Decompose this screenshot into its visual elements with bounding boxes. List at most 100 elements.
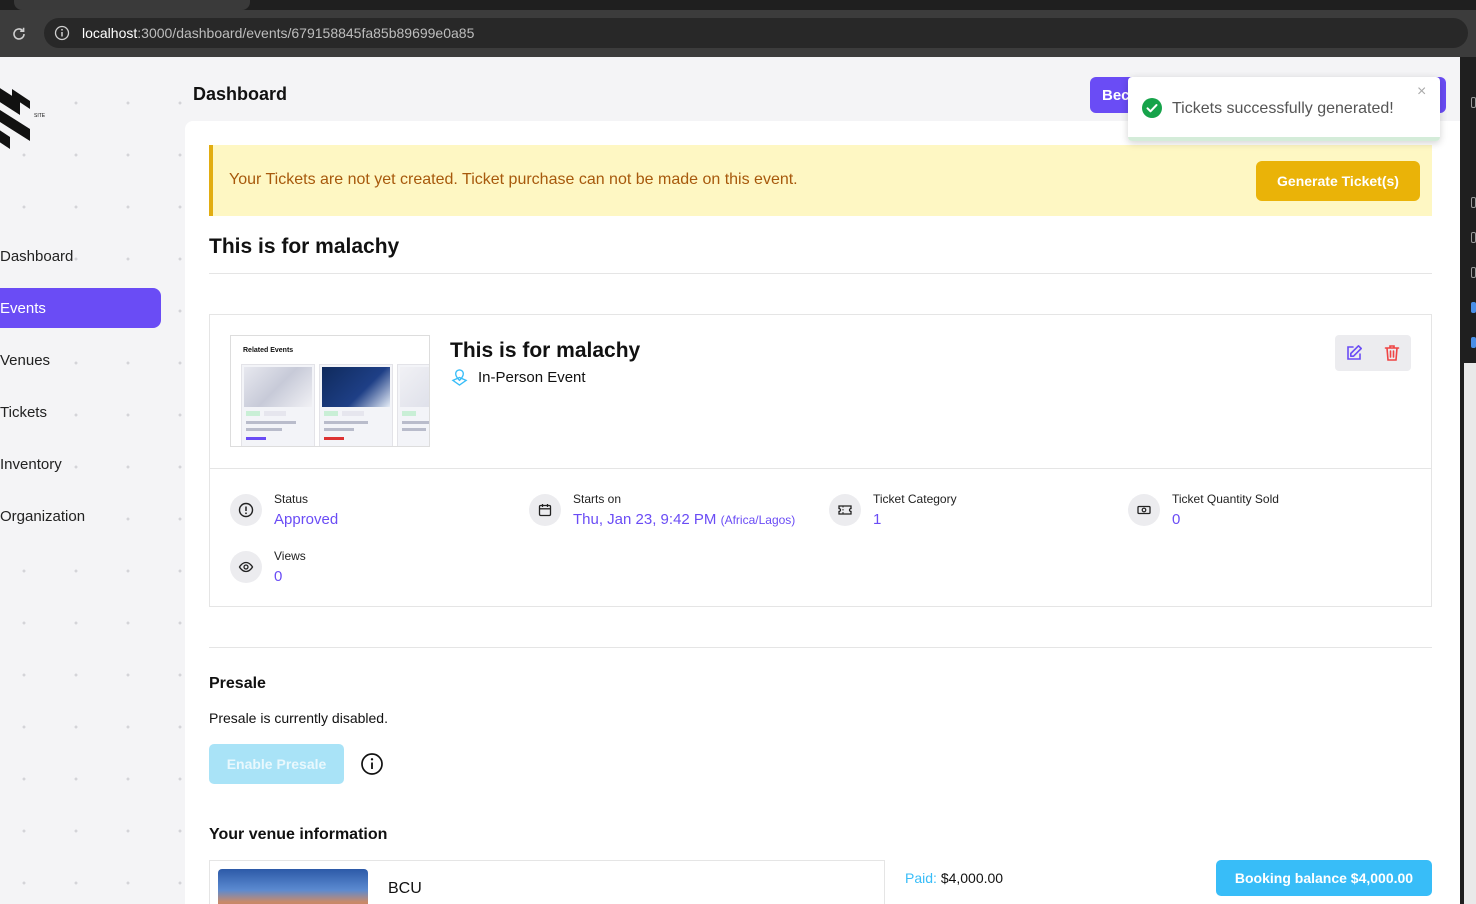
stat-icon-wrap xyxy=(1128,494,1160,526)
browser-toolbar: localhost:3000/dashboard/events/67915884… xyxy=(0,10,1476,57)
address-bar[interactable]: localhost:3000/dashboard/events/67915884… xyxy=(44,18,1468,48)
stat-label: Ticket Quantity Sold xyxy=(1172,492,1279,506)
generate-tickets-button[interactable]: Generate Ticket(s) xyxy=(1256,161,1420,201)
ticket-icon xyxy=(838,505,852,515)
sidebar-item-tickets[interactable]: Tickets xyxy=(0,392,161,432)
stat-icon-wrap xyxy=(230,494,262,526)
stat-value: Approved xyxy=(274,511,339,528)
stat-value: 0 xyxy=(1172,511,1181,528)
logo-text: SITE xyxy=(34,113,46,119)
stat-value: Thu, Jan 23, 9:42 PM (Africa/Lagos) xyxy=(573,511,795,528)
check-circle-icon xyxy=(1142,98,1162,118)
presale-heading: Presale xyxy=(209,675,266,692)
alert-message: Your Tickets are not yet created. Ticket… xyxy=(229,171,798,188)
browser-tab-strip xyxy=(0,0,1476,10)
event-type-label: In-Person Event xyxy=(478,369,586,386)
success-toast: Tickets successfully generated! × xyxy=(1128,77,1440,141)
brand-logo[interactable]: SITE xyxy=(0,79,52,159)
stat-value: 1 xyxy=(873,511,882,528)
sidebar-item-venues[interactable]: Venues xyxy=(0,340,161,380)
main-content: Your Tickets are not yet created. Ticket… xyxy=(185,121,1460,904)
event-type: In-Person Event xyxy=(450,368,586,387)
devtools-checkbox xyxy=(1471,302,1476,313)
event-page-title: This is for malachy xyxy=(209,235,400,258)
divider xyxy=(209,647,1432,648)
close-icon[interactable]: × xyxy=(1417,83,1426,101)
toast-message: Tickets successfully generated! xyxy=(1172,100,1394,117)
tickets-warning-alert: Your Tickets are not yet created. Ticket… xyxy=(209,145,1432,216)
stat-value: 0 xyxy=(274,568,283,585)
map-pin-icon xyxy=(451,369,468,386)
divider xyxy=(210,468,1431,469)
browser-tab[interactable] xyxy=(14,0,250,10)
logo-mark-icon: SITE xyxy=(0,88,46,149)
enable-presale-button[interactable]: Enable Presale xyxy=(209,744,344,784)
edit-icon xyxy=(1347,345,1362,360)
booking-balance-button[interactable]: Booking balance $4,000.00 xyxy=(1216,860,1432,896)
sidebar-item-events[interactable]: Events xyxy=(0,288,161,328)
cash-icon xyxy=(1137,505,1151,515)
paid-label: Paid: xyxy=(905,870,937,886)
sidebar-item-label: Events xyxy=(0,299,46,317)
sidebar-item-dashboard[interactable]: Dashboard xyxy=(0,236,161,276)
venue-name: BCU xyxy=(388,880,422,897)
stat-label: Ticket Category xyxy=(873,492,957,506)
divider xyxy=(209,273,1432,274)
thumbnail-card xyxy=(319,364,393,446)
stat-ticket-quantity-sold: Ticket Quantity Sold 0 xyxy=(1128,492,1279,528)
event-name: This is for malachy xyxy=(450,339,641,362)
event-details-card: Related Events This is for malachy In-Pe… xyxy=(209,314,1432,607)
site-info-icon[interactable] xyxy=(54,25,70,41)
info-icon[interactable] xyxy=(360,752,384,776)
sidebar-item-label: Tickets xyxy=(0,403,47,421)
devtools-checkbox xyxy=(1471,197,1476,208)
sidebar: SITE Dashboard Events Venues Tickets Inv… xyxy=(0,57,185,904)
sidebar-item-label: Inventory xyxy=(0,455,62,473)
venue-heading: Your venue information xyxy=(209,826,388,843)
toast-progress-bar xyxy=(1128,137,1440,141)
stat-icon-wrap xyxy=(529,494,561,526)
timezone: (Africa/Lagos) xyxy=(720,513,796,527)
thumbnail-card xyxy=(241,364,315,446)
sidebar-item-inventory[interactable]: Inventory xyxy=(0,444,161,484)
devtools-checkbox xyxy=(1471,267,1476,278)
page-title: Dashboard xyxy=(193,84,288,104)
stat-starts-on: Starts on Thu, Jan 23, 9:42 PM (Africa/L… xyxy=(529,492,795,528)
paid-amount: Paid: $4,000.00 xyxy=(905,870,1003,886)
stat-views: Views 0 xyxy=(230,549,306,585)
stat-ticket-category: Ticket Category 1 xyxy=(829,492,957,528)
presale-status: Presale is currently disabled. xyxy=(209,710,388,726)
url-host: localhost xyxy=(82,25,138,41)
venue-image xyxy=(218,869,368,904)
trash-icon xyxy=(1384,345,1400,361)
stat-label: Starts on xyxy=(573,492,622,506)
stat-icon-wrap xyxy=(230,551,262,583)
thumbnail-title: Related Events xyxy=(243,347,294,354)
stat-icon-wrap xyxy=(829,494,861,526)
reload-icon[interactable] xyxy=(11,26,27,42)
sidebar-item-organization[interactable]: Organization xyxy=(0,496,161,536)
stat-label: Status xyxy=(274,492,309,506)
venue-card[interactable]: BCU xyxy=(209,860,885,904)
alert-circle-icon xyxy=(238,502,254,518)
start-datetime: Thu, Jan 23, 9:42 PM xyxy=(573,511,717,528)
event-thumbnail[interactable]: Related Events xyxy=(230,335,430,447)
delete-button[interactable] xyxy=(1373,335,1411,371)
sidebar-item-label: Dashboard xyxy=(0,247,74,265)
devtools-checkbox xyxy=(1471,232,1476,243)
paid-value: $4,000.00 xyxy=(940,870,1004,886)
edit-button[interactable] xyxy=(1335,335,1373,371)
stat-status: Status Approved xyxy=(230,492,338,528)
sidebar-item-label: Organization xyxy=(0,507,86,525)
stat-label: Views xyxy=(274,549,306,563)
thumbnail-card xyxy=(397,364,429,446)
devtools-lower-pane xyxy=(1464,363,1476,904)
url-text[interactable]: localhost:3000/dashboard/events/67915884… xyxy=(82,25,474,41)
event-actions xyxy=(1335,335,1411,371)
devtools-checkbox xyxy=(1471,337,1476,348)
url-path: :3000/dashboard/events/679158845fa85b896… xyxy=(137,25,475,41)
sidebar-item-label: Venues xyxy=(0,351,51,369)
calendar-icon xyxy=(538,504,552,517)
devtools-panel-edge xyxy=(1460,57,1476,904)
devtools-checkbox xyxy=(1471,97,1476,108)
